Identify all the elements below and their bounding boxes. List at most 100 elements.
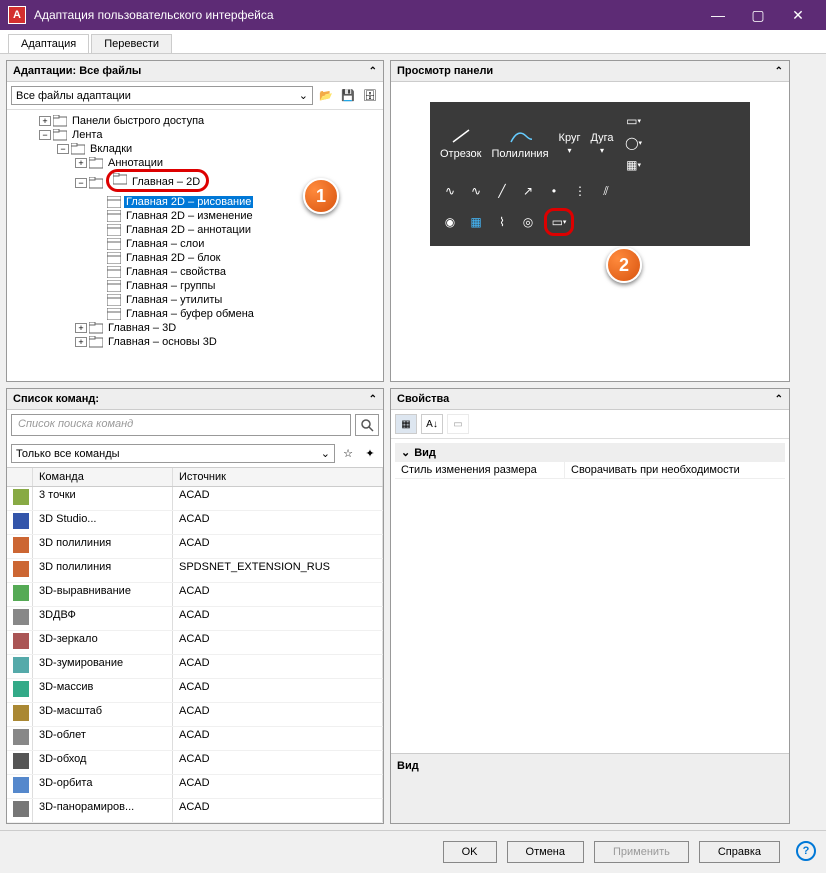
- command-row[interactable]: 3D полилинияSPDSNET_EXTENSION_RUS: [7, 559, 383, 583]
- command-search-input[interactable]: Список поиска команд: [11, 414, 351, 436]
- tool-hatch[interactable]: ▦ ▾: [624, 156, 644, 174]
- command-row[interactable]: 3D-орбитаACAD: [7, 775, 383, 799]
- cancel-button[interactable]: Отмена: [507, 841, 584, 863]
- minimize-button[interactable]: —: [698, 0, 738, 30]
- apply-button[interactable]: Применить: [594, 841, 689, 863]
- star-filter-icon[interactable]: ☆: [339, 445, 357, 463]
- tool-point-icon[interactable]: •: [544, 182, 564, 200]
- collapse-icon[interactable]: ⌃: [775, 394, 783, 405]
- tool-spline-icon[interactable]: ∿: [440, 182, 460, 200]
- command-name: 3D-массив: [33, 679, 173, 702]
- help-icon[interactable]: ?: [796, 841, 816, 861]
- open-icon[interactable]: 📂: [317, 87, 335, 105]
- commands-header: Список команд: ⌃: [7, 389, 383, 410]
- maximize-button[interactable]: ▢: [738, 0, 778, 30]
- command-icon: [13, 657, 29, 673]
- folder-icon: [53, 115, 67, 127]
- tree-expand-icon[interactable]: −: [39, 130, 51, 140]
- help-button[interactable]: Справка: [699, 841, 780, 863]
- tool-3dpoly-icon[interactable]: ⌇: [492, 213, 512, 231]
- categorized-view-button[interactable]: ▦: [395, 414, 417, 434]
- window-controls: — ▢ ✕: [698, 0, 818, 30]
- tool-circle[interactable]: Круг ▾: [559, 132, 581, 155]
- props-page-button[interactable]: ▭: [447, 414, 469, 434]
- tool-ellipse[interactable]: ◯ ▾: [624, 134, 644, 152]
- command-source: ACAD: [173, 775, 383, 798]
- collapse-icon[interactable]: ⌃: [775, 66, 783, 77]
- tool-ray-icon[interactable]: ↗: [518, 182, 538, 200]
- tree-expand-icon[interactable]: +: [75, 158, 87, 168]
- tool-polyline-label: Полилиния: [491, 148, 548, 160]
- tool-xline-icon[interactable]: ╱: [492, 182, 512, 200]
- command-source: ACAD: [173, 487, 383, 510]
- collapse-icon[interactable]: ⌃: [369, 66, 377, 77]
- command-row[interactable]: 3D-массивACAD: [7, 679, 383, 703]
- tree-item[interactable]: Главная – буфер обмена: [11, 307, 379, 321]
- tool-revcloud-icon[interactable]: ▭ ▾: [549, 213, 569, 231]
- save-icon[interactable]: 💾: [339, 87, 357, 105]
- command-row[interactable]: 3 точкиACAD: [7, 487, 383, 511]
- search-button[interactable]: [355, 414, 379, 436]
- command-row[interactable]: 3D-зеркалоACAD: [7, 631, 383, 655]
- command-row[interactable]: 3D полилинияACAD: [7, 535, 383, 559]
- tab-translate[interactable]: Перевести: [91, 34, 172, 53]
- command-filter-dropdown[interactable]: Только все команды ⌄: [11, 444, 335, 463]
- command-icon: [13, 681, 29, 697]
- tool-arc[interactable]: Дуга ▾: [590, 132, 613, 155]
- tree-item[interactable]: −Вкладки: [11, 142, 379, 156]
- close-button[interactable]: ✕: [778, 0, 818, 30]
- tree-item[interactable]: Главная 2D – блок: [11, 251, 379, 265]
- tool-wipeout-icon[interactable]: ▦: [466, 213, 486, 231]
- tool-line[interactable]: Отрезок: [440, 126, 481, 160]
- commands-table[interactable]: Команда Источник 3 точкиACAD3D Studio...…: [7, 467, 383, 823]
- collapse-icon[interactable]: ⌃: [369, 394, 377, 405]
- tree-item[interactable]: Главная 2D – аннотации: [11, 223, 379, 237]
- tab-adaptation[interactable]: Адаптация: [8, 34, 89, 53]
- command-row[interactable]: 3D-панорамиров...ACAD: [7, 799, 383, 823]
- tree-expand-icon[interactable]: −: [75, 178, 87, 188]
- tool-multipoint-icon[interactable]: ⋮: [570, 182, 590, 200]
- tool-polyline[interactable]: Полилиния: [491, 126, 548, 160]
- tree-expand-icon[interactable]: −: [57, 144, 69, 154]
- tree-expand-icon[interactable]: +: [75, 337, 87, 347]
- save-all-icon[interactable]: 🗄: [361, 87, 379, 105]
- app-icon: A: [8, 6, 26, 24]
- command-source: ACAD: [173, 535, 383, 558]
- tool-donut-icon[interactable]: ◎: [518, 213, 538, 231]
- adaptation-files-dropdown[interactable]: Все файлы адаптации ⌄: [11, 86, 313, 105]
- tree-label: Главная 2D – рисование: [124, 196, 253, 208]
- tree-item[interactable]: Главная – группы: [11, 279, 379, 293]
- props-footer-label: Вид: [397, 760, 419, 772]
- command-row[interactable]: 3D-обходACAD: [7, 751, 383, 775]
- tree-expand-icon[interactable]: +: [39, 116, 51, 126]
- command-row[interactable]: 3D-зумированиеACAD: [7, 655, 383, 679]
- tool-spline-cv-icon[interactable]: ∿: [466, 182, 486, 200]
- tool-divide-icon[interactable]: ⫽: [596, 182, 616, 200]
- tree-item[interactable]: Главная – слои: [11, 237, 379, 251]
- command-row[interactable]: 3D-масштабACAD: [7, 703, 383, 727]
- ok-button[interactable]: OK: [443, 841, 497, 863]
- alphabetical-view-button[interactable]: A↓: [421, 414, 443, 434]
- tree-item[interactable]: −Лента: [11, 128, 379, 142]
- tree-item[interactable]: +Главная – 3D: [11, 321, 379, 335]
- adaptation-tree[interactable]: 1 +Панели быстрого доступа−Лента−Вкладки…: [7, 110, 383, 381]
- tree-item[interactable]: +Аннотации: [11, 156, 379, 170]
- tree-item[interactable]: +Панели быстрого доступа: [11, 114, 379, 128]
- command-row[interactable]: 3D-облетACAD: [7, 727, 383, 751]
- tree-label: Главная – свойства: [124, 266, 228, 278]
- col-source[interactable]: Источник: [173, 468, 383, 486]
- tool-rectangle[interactable]: ▭ ▾: [624, 112, 644, 130]
- new-command-icon[interactable]: ✦: [361, 445, 379, 463]
- command-row[interactable]: 3DДВФACAD: [7, 607, 383, 631]
- props-row-resize-style[interactable]: Стиль изменения размера Сворачивать при …: [395, 462, 785, 479]
- command-row[interactable]: 3D Studio...ACAD: [7, 511, 383, 535]
- tree-item[interactable]: Главная – утилиты: [11, 293, 379, 307]
- tree-expand-icon[interactable]: +: [75, 323, 87, 333]
- command-row[interactable]: 3D-выравниваниеACAD: [7, 583, 383, 607]
- tree-item[interactable]: +Главная – основы 3D: [11, 335, 379, 349]
- col-command[interactable]: Команда: [33, 468, 173, 486]
- tool-region-icon[interactable]: ◉: [440, 213, 460, 231]
- panel-icon: [107, 266, 121, 278]
- tree-item[interactable]: Главная – свойства: [11, 265, 379, 279]
- props-category-view[interactable]: ⌄ Вид: [395, 443, 785, 462]
